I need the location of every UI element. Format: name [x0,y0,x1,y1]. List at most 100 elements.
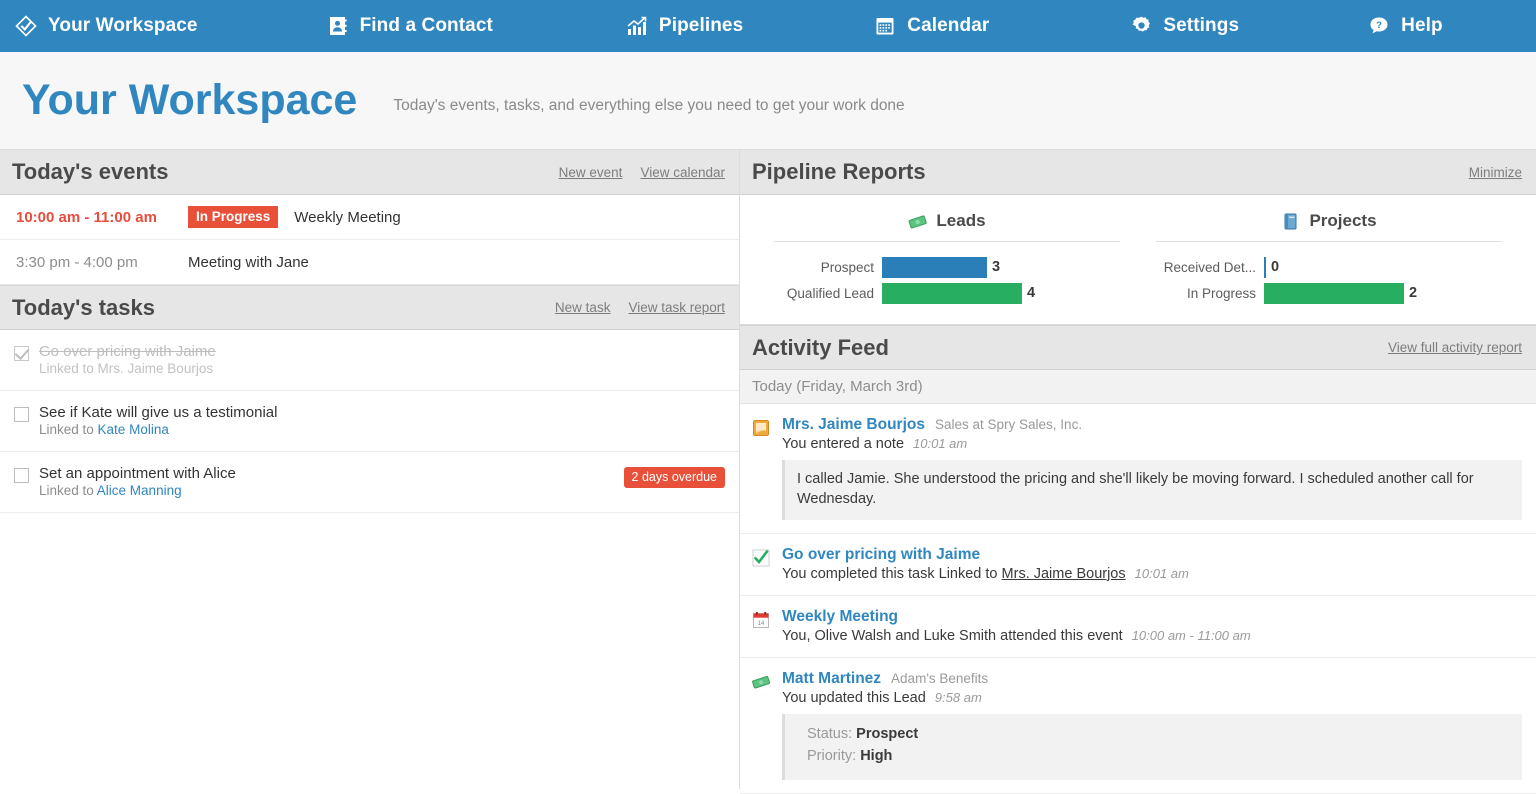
task-row: Set an appointment with Alice Linked to … [0,452,739,513]
todays-events-links: New event View calendar [559,165,725,180]
activity-subject-org: Adam's Benefits [891,671,988,686]
contact-card-icon [326,14,350,38]
nav-item-your-workspace[interactable]: Your Workspace [14,14,198,38]
gear-icon [1129,14,1153,38]
task-linked-prefix: Linked to [39,483,97,498]
pipeline-reports-header: Pipeline Reports Minimize [740,150,1536,195]
task-linked: Linked to Kate Molina [39,422,277,437]
view-full-activity-report-link[interactable]: View full activity report [1388,340,1522,355]
activity-feed-item-meta: You completed this task Linked to Mrs. J… [782,566,1522,582]
pipeline-bar-label: Qualified Lead [774,286,882,301]
activity-detail-value: Prospect [856,726,918,742]
pipeline-bar-wrap: 0 [1264,257,1502,278]
activity-feed-item: Matt Martinez Adam's Benefits You update… [740,658,1536,794]
bar-chart-icon [625,14,649,38]
pipeline-bar [882,257,987,278]
task-linked-name-link[interactable]: Kate Molina [98,422,169,437]
activity-subject-link[interactable]: Weekly Meeting [782,608,898,626]
page-subtitle: Today's events, tasks, and everything el… [393,87,904,115]
task-title[interactable]: See if Kate will give us a testimonial [39,404,277,421]
top-navigation-bar: Your Workspace Find a Contact Pipelines … [0,0,1536,52]
activity-feed-item: Mrs. Jaime Bourjos Sales at Spry Sales, … [740,404,1536,534]
left-column: Today's events New event View calendar 1… [0,150,740,789]
new-task-link[interactable]: New task [555,300,611,315]
activity-detail-row: Priority: High [807,745,1510,767]
pipeline-bar-row[interactable]: Qualified Lead 4 [774,280,1120,306]
task-checkbox[interactable] [14,346,29,361]
view-calendar-link[interactable]: View calendar [640,165,725,180]
pipeline-bar-row[interactable]: In Progress 2 [1156,280,1502,306]
activity-feed-item-heading: Go over pricing with Jaime [782,546,1522,564]
activity-action-text: You entered a note [782,436,904,452]
nav-item-find-a-contact[interactable]: Find a Contact [326,14,493,38]
activity-feed-item-heading: Matt Martinez Adam's Benefits [782,670,1522,688]
activity-feed-item: 14 Weekly Meeting You, Olive Walsh and L… [740,596,1536,658]
task-content: Set an appointment with Alice Linked to … [39,465,236,498]
view-task-report-link[interactable]: View task report [628,300,725,315]
activity-detail-block: Status: Prospect Priority: High [782,714,1522,780]
money-icon [908,212,927,231]
task-checkbox[interactable] [14,468,29,483]
activity-feed-item-meta: You, Olive Walsh and Luke Smith attended… [782,628,1522,644]
pipeline-group-leads-header: Leads [756,211,1138,241]
task-linked-prefix: Linked to [39,361,98,376]
pipeline-bar-label: In Progress [1156,286,1264,301]
nav-item-help[interactable]: ? Help [1367,14,1443,38]
task-linked: Linked to Mrs. Jaime Bourjos [39,361,216,376]
pipeline-bar-value: 2 [1409,285,1417,301]
pipeline-bar-value: 4 [1027,285,1035,301]
minimize-link[interactable]: Minimize [1469,165,1522,180]
pipeline-bar-value: 0 [1271,259,1279,275]
pipeline-bar [882,283,1022,304]
money-icon [752,673,770,691]
calendar-red-icon: 14 [752,611,770,629]
svg-text:?: ? [1376,20,1382,31]
book-icon [1281,212,1300,231]
event-name[interactable]: Weekly Meeting [294,209,400,226]
activity-subject-link[interactable]: Go over pricing with Jaime [782,546,980,564]
event-row[interactable]: 10:00 am - 11:00 am In Progress Weekly M… [0,195,739,240]
event-name[interactable]: Meeting with Jane [188,254,309,271]
task-linked-name-link[interactable]: Alice Manning [97,483,182,498]
event-time: 10:00 am - 11:00 am [16,209,188,226]
todays-events-title: Today's events [12,159,168,185]
nav-label: Your Workspace [48,15,198,37]
task-title[interactable]: Set an appointment with Alice [39,465,236,482]
nav-label: Help [1401,15,1443,37]
pipeline-reports-links: Minimize [1469,165,1522,180]
activity-feed-item: Go over pricing with Jaime You completed… [740,534,1536,596]
nav-label: Settings [1163,15,1239,37]
todays-tasks-title: Today's tasks [12,295,155,321]
note-icon [752,419,770,437]
pipeline-bar-row[interactable]: Prospect 3 [774,254,1120,280]
status-badge: In Progress [188,206,278,228]
task-title[interactable]: Go over pricing with Jaime [39,343,216,360]
main-content: Today's events New event View calendar 1… [0,150,1536,789]
activity-detail-key: Priority: [807,748,856,764]
new-event-link[interactable]: New event [559,165,623,180]
activity-feed-links: View full activity report [1388,340,1522,355]
nav-item-pipelines[interactable]: Pipelines [625,14,743,38]
pipeline-bar [1264,257,1266,278]
right-column: Pipeline Reports Minimize Leads Prospect [740,150,1536,789]
task-row: Go over pricing with Jaime Linked to Mrs… [0,330,739,391]
activity-feed-item-body: Matt Martinez Adam's Benefits You update… [782,670,1522,780]
event-row[interactable]: 3:30 pm - 4:00 pm Meeting with Jane [0,240,739,285]
pipeline-bar-wrap: 3 [882,257,1120,278]
pipeline-chart: Leads Prospect 3 Qualified Lead [740,195,1536,325]
activity-subject-link[interactable]: Mrs. Jaime Bourjos [782,416,925,434]
pipeline-bar [1264,283,1404,304]
task-checkbox[interactable] [14,407,29,422]
nav-item-settings[interactable]: Settings [1129,14,1239,38]
activity-note-body: I called Jamie. She understood the prici… [782,460,1522,520]
activity-action-link[interactable]: Mrs. Jaime Bourjos [1002,566,1126,582]
activity-feed-item-body: Mrs. Jaime Bourjos Sales at Spry Sales, … [782,416,1522,520]
activity-subject-link[interactable]: Matt Martinez [782,670,881,688]
activity-subject-org: Sales at Spry Sales, Inc. [935,417,1082,432]
nav-item-calendar[interactable]: Calendar [873,14,989,38]
activity-feed-item-meta: You entered a note 10:01 am [782,436,1522,452]
pipeline-group-projects-rows: Received Det... 0 In Progress 2 [1156,241,1502,306]
checkmark-diamond-icon [14,14,38,38]
pipeline-bar-row[interactable]: Received Det... 0 [1156,254,1502,280]
pipeline-group-label: Projects [1309,211,1376,231]
